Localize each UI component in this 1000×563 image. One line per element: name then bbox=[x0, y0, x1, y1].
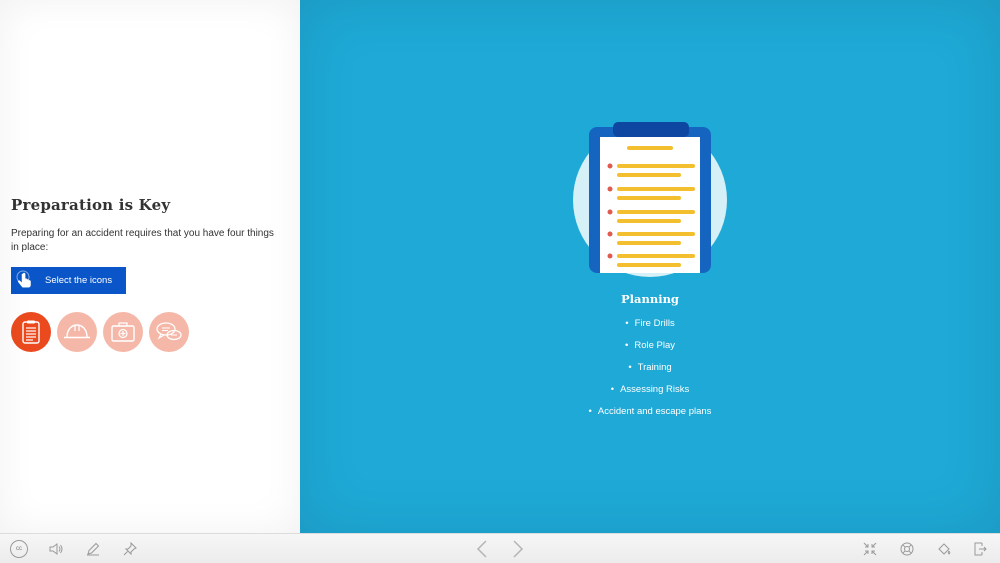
collapse-arrows-icon bbox=[863, 542, 877, 556]
next-button[interactable] bbox=[508, 539, 528, 559]
topic-protective-equipment[interactable] bbox=[57, 312, 97, 352]
volume-button[interactable] bbox=[46, 539, 66, 559]
first-aid-kit-icon bbox=[111, 322, 135, 342]
exit-button[interactable] bbox=[970, 539, 990, 559]
planning-list: • Fire Drills • Role Play • Training • Asses… bbox=[300, 318, 1000, 428]
intro-text: Preparing for an accident requires that … bbox=[11, 228, 274, 253]
fullscreen-button[interactable] bbox=[860, 539, 880, 559]
pin-button[interactable] bbox=[120, 539, 140, 559]
notes-button[interactable] bbox=[83, 539, 103, 559]
list-item: • Fire Drills bbox=[625, 318, 675, 329]
help-button[interactable] bbox=[897, 539, 917, 559]
list-item: • Accident and escape plans bbox=[588, 406, 712, 417]
list-item: • Training bbox=[628, 362, 672, 373]
list-item: • Assessing Risks bbox=[610, 384, 690, 395]
chevron-right-icon bbox=[513, 540, 524, 558]
paint-bucket-icon bbox=[938, 543, 951, 555]
topic-detail-panel: Planning • Fire Drills • Role Play • Traini… bbox=[300, 0, 1000, 533]
select-icons-button[interactable]: Select the icons bbox=[11, 267, 126, 294]
hard-hat-icon bbox=[64, 324, 90, 339]
clipboard-illustration bbox=[573, 122, 727, 277]
section-title: Planning bbox=[621, 292, 679, 306]
speech-bubbles-icon bbox=[156, 322, 182, 341]
player-toolbar: cc bbox=[0, 533, 1000, 563]
topic-planning[interactable] bbox=[11, 312, 51, 352]
list-item: • Role Play bbox=[625, 340, 675, 351]
exit-icon bbox=[974, 542, 987, 556]
lifebuoy-icon bbox=[900, 542, 914, 556]
chevron-left-icon bbox=[476, 540, 487, 558]
pushpin-icon bbox=[123, 542, 137, 556]
theme-button[interactable] bbox=[934, 539, 954, 559]
hand-pointer-icon bbox=[14, 270, 36, 292]
topic-communication[interactable] bbox=[149, 312, 189, 352]
select-icons-label: Select the icons bbox=[45, 275, 113, 286]
topic-icon-row bbox=[11, 312, 189, 352]
topic-first-aid[interactable] bbox=[103, 312, 143, 352]
planning-clipboard-icon bbox=[22, 320, 40, 344]
page-title: Preparation is Key bbox=[11, 196, 171, 214]
content-panel: Preparation is Key Preparing for an acci… bbox=[0, 0, 300, 533]
closed-captions-icon: cc bbox=[10, 540, 28, 558]
pencil-icon bbox=[87, 542, 100, 556]
previous-button[interactable] bbox=[472, 539, 492, 559]
speaker-icon bbox=[49, 543, 63, 555]
closed-captions-button[interactable]: cc bbox=[9, 539, 29, 559]
